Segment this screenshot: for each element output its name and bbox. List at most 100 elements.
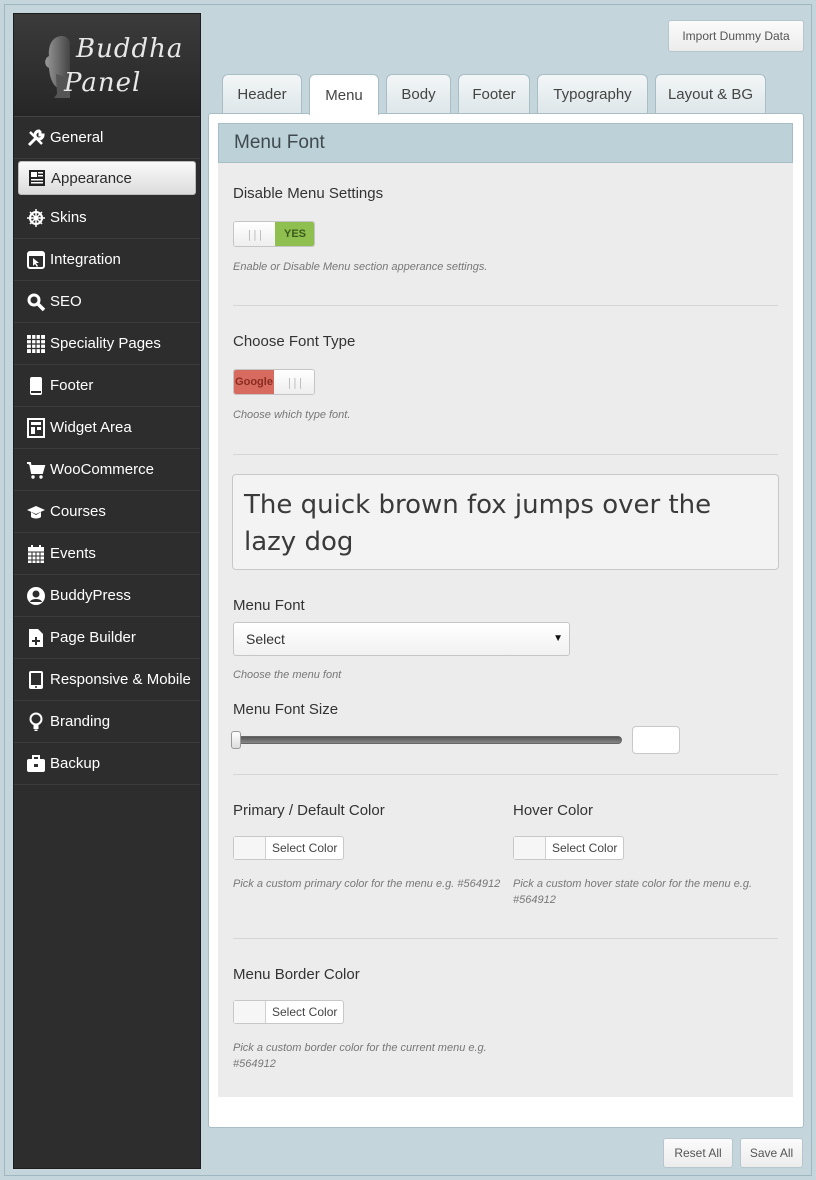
sidebar-item-label: WooCommerce	[50, 461, 154, 478]
menu-font-size-label: Menu Font Size	[233, 701, 339, 718]
section-title: Menu Font	[218, 123, 793, 163]
sidebar-item-events[interactable]: Events	[14, 533, 200, 575]
chevron-down-icon: ▼	[553, 633, 563, 644]
menu-font-hint: Choose the menu font	[233, 669, 342, 681]
tab-layout-bg[interactable]: Layout & BG	[655, 74, 766, 114]
divider	[233, 938, 778, 939]
sidebar-item-backup[interactable]: Backup	[14, 743, 200, 785]
sidebar-item-courses[interactable]: Courses	[14, 491, 200, 533]
grid-icon	[26, 334, 46, 354]
divider	[233, 774, 778, 775]
color-swatch	[234, 1001, 266, 1023]
font-type-hint: Choose which type font.	[233, 409, 351, 421]
brand-name: Buddha Panel	[64, 32, 184, 100]
page-icon	[26, 376, 46, 396]
sidebar-nav: General Appearance Skins Integration SEO…	[14, 117, 200, 785]
sidebar-item-label: General	[50, 129, 104, 146]
tablet-icon	[26, 670, 46, 690]
sidebar-item-label: Footer	[50, 377, 94, 394]
select-color-label: Select Color	[272, 841, 338, 855]
disable-menu-toggle[interactable]: ||| YES	[233, 221, 315, 247]
disable-menu-hint: Enable or Disable Menu section apperance…	[233, 261, 488, 273]
disable-menu-settings-label: Disable Menu Settings	[233, 185, 384, 202]
graduation-cap-icon	[26, 502, 46, 522]
briefcase-icon	[26, 754, 46, 774]
sidebar-item-appearance[interactable]: Appearance	[18, 161, 196, 195]
tab-footer[interactable]: Footer	[458, 74, 530, 114]
sidebar-item-label: Page Builder	[50, 629, 136, 646]
primary-color-picker[interactable]: Select Color	[233, 836, 345, 860]
sidebar-item-label: Backup	[50, 755, 101, 772]
sidebar-item-responsive-mobile[interactable]: Responsive & Mobile	[14, 659, 200, 701]
toggle-google-label: Google	[234, 370, 274, 394]
border-color-picker[interactable]: Select Color	[233, 1000, 345, 1024]
hover-color-hint: Pick a custom hover state color for the …	[513, 878, 753, 906]
hover-color-label: Hover Color	[513, 802, 594, 819]
sidebar-item-widget-area[interactable]: Widget Area	[14, 407, 200, 449]
newspaper-icon	[27, 168, 47, 188]
brand-logo: Buddha Panel	[14, 14, 200, 117]
sidebar-item-general[interactable]: General	[14, 117, 200, 159]
toggle-handle: |||	[274, 370, 314, 394]
save-all-button[interactable]: Save All	[740, 1138, 803, 1168]
reset-all-button[interactable]: Reset All	[663, 1138, 733, 1168]
wrench-icon	[26, 128, 46, 148]
sidebar-item-label: Branding	[50, 713, 111, 730]
menu-border-color-label: Menu Border Color	[233, 966, 360, 983]
hover-color-picker[interactable]: Select Color	[513, 836, 625, 860]
menu-font-selected: Select	[246, 631, 285, 647]
sidebar-item-label: Courses	[50, 503, 106, 520]
sidebar-item-skins[interactable]: Skins	[14, 197, 200, 239]
border-color-hint: Pick a custom border color for the curre…	[233, 1042, 487, 1070]
sidebar-item-label: Responsive & Mobile	[50, 671, 191, 688]
divider	[233, 454, 778, 455]
import-dummy-data-button[interactable]: Import Dummy Data	[668, 20, 804, 52]
sidebar-item-speciality-pages[interactable]: Speciality Pages	[14, 323, 200, 365]
sidebar: Buddha Panel General Appearance Skins In…	[13, 13, 201, 1169]
sidebar-item-footer[interactable]: Footer	[14, 365, 200, 407]
ship-wheel-icon	[26, 208, 46, 228]
page-add-icon	[26, 628, 46, 648]
font-type-toggle[interactable]: Google |||	[233, 369, 315, 395]
font-size-value-input[interactable]	[632, 726, 680, 754]
menu-font-label: Menu Font	[233, 597, 305, 614]
font-size-slider-handle[interactable]	[231, 731, 241, 749]
tab-body[interactable]: Body	[386, 74, 451, 114]
sidebar-item-branding[interactable]: Branding	[14, 701, 200, 743]
sidebar-item-seo[interactable]: SEO	[14, 281, 200, 323]
tab-header[interactable]: Header	[222, 74, 302, 114]
primary-color-hint: Pick a custom primary color for the menu…	[233, 878, 501, 890]
sidebar-item-woocommerce[interactable]: WooCommerce	[14, 449, 200, 491]
calendar-icon	[26, 544, 46, 564]
sidebar-item-label: Speciality Pages	[50, 335, 161, 352]
cart-icon	[26, 460, 46, 480]
tab-menu[interactable]: Menu	[309, 74, 379, 115]
sidebar-item-label: Events	[50, 545, 96, 562]
brand-line2: Panel	[64, 68, 142, 98]
tab-typography[interactable]: Typography	[537, 74, 648, 114]
sidebar-item-integration[interactable]: Integration	[14, 239, 200, 281]
color-swatch	[514, 837, 546, 859]
primary-color-label: Primary / Default Color	[233, 802, 385, 819]
user-circle-icon	[26, 586, 46, 606]
search-icon	[26, 292, 46, 312]
sidebar-item-label: Skins	[50, 209, 87, 226]
toggle-handle: |||	[234, 222, 275, 246]
font-size-slider-track[interactable]	[236, 736, 622, 744]
sidebar-item-label: Integration	[50, 251, 121, 268]
brand-line1: Buddha	[76, 34, 184, 64]
sidebar-item-buddypress[interactable]: BuddyPress	[14, 575, 200, 617]
window-cursor-icon	[26, 250, 46, 270]
sidebar-item-label: SEO	[50, 293, 82, 310]
sidebar-item-page-builder[interactable]: Page Builder	[14, 617, 200, 659]
sidebar-item-label: Widget Area	[50, 419, 132, 436]
toggle-yes-label: YES	[275, 222, 314, 246]
select-color-label: Select Color	[272, 1005, 338, 1019]
lightbulb-icon	[26, 712, 46, 732]
color-swatch	[234, 837, 266, 859]
font-preview: The quick brown fox jumps over the lazy …	[232, 474, 779, 570]
select-color-label: Select Color	[552, 841, 618, 855]
sidebar-item-label: BuddyPress	[50, 587, 131, 604]
widgets-icon	[26, 417, 46, 438]
menu-font-select[interactable]: Select ▼	[233, 622, 570, 656]
